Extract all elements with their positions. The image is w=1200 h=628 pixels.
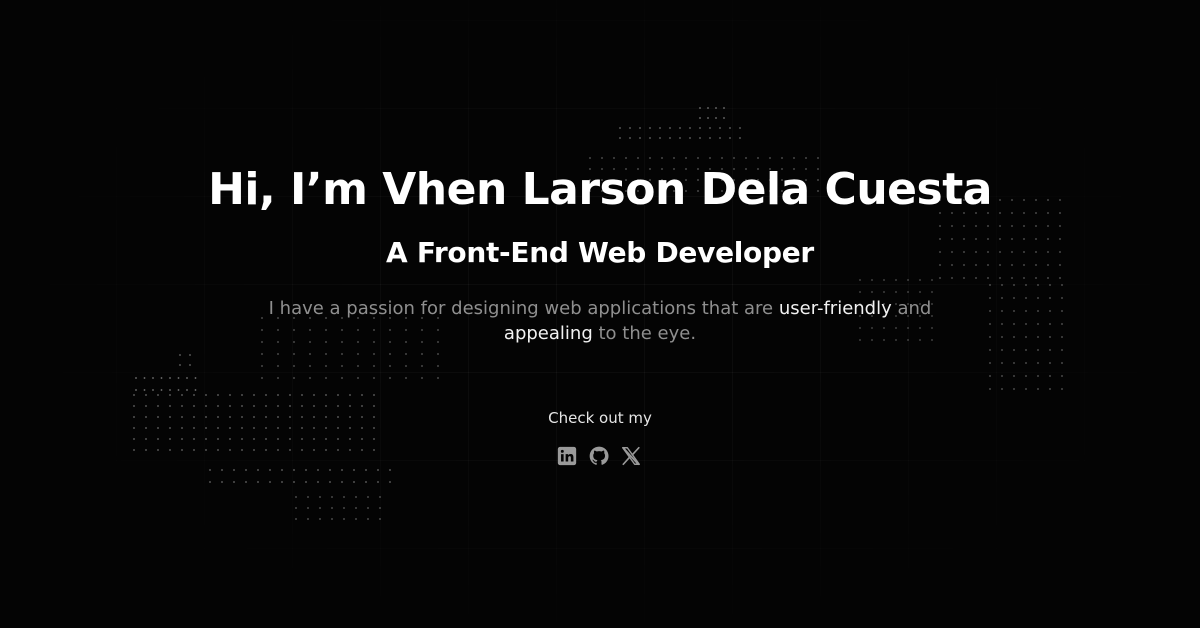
linkedin-link[interactable] [556,445,578,467]
tagline-text: I have a passion for designing web appli… [268,298,779,319]
linkedin-icon [557,446,577,466]
github-link[interactable] [588,445,610,467]
social-heading: Check out my [548,409,652,427]
github-icon [589,446,609,465]
page-subtitle: A Front-End Web Developer [386,236,814,269]
tagline: I have a passion for designing web appli… [240,296,960,346]
tagline-text: and [891,298,932,319]
page-title: Hi, I’m Vhen Larson Dela Cuesta [208,164,992,215]
tagline-highlight-appealing: appealing [503,323,593,344]
tagline-highlight-user-friendly: user-friendly [778,298,892,319]
hero-section: Hi, I’m Vhen Larson Dela Cuesta A Front-… [0,0,1200,628]
tagline-text: to the eye. [592,323,697,344]
x-link[interactable] [620,445,642,467]
social-links [556,444,646,468]
x-icon [622,446,640,466]
hero-content: Hi, I’m Vhen Larson Dela Cuesta A Front-… [0,0,1200,628]
